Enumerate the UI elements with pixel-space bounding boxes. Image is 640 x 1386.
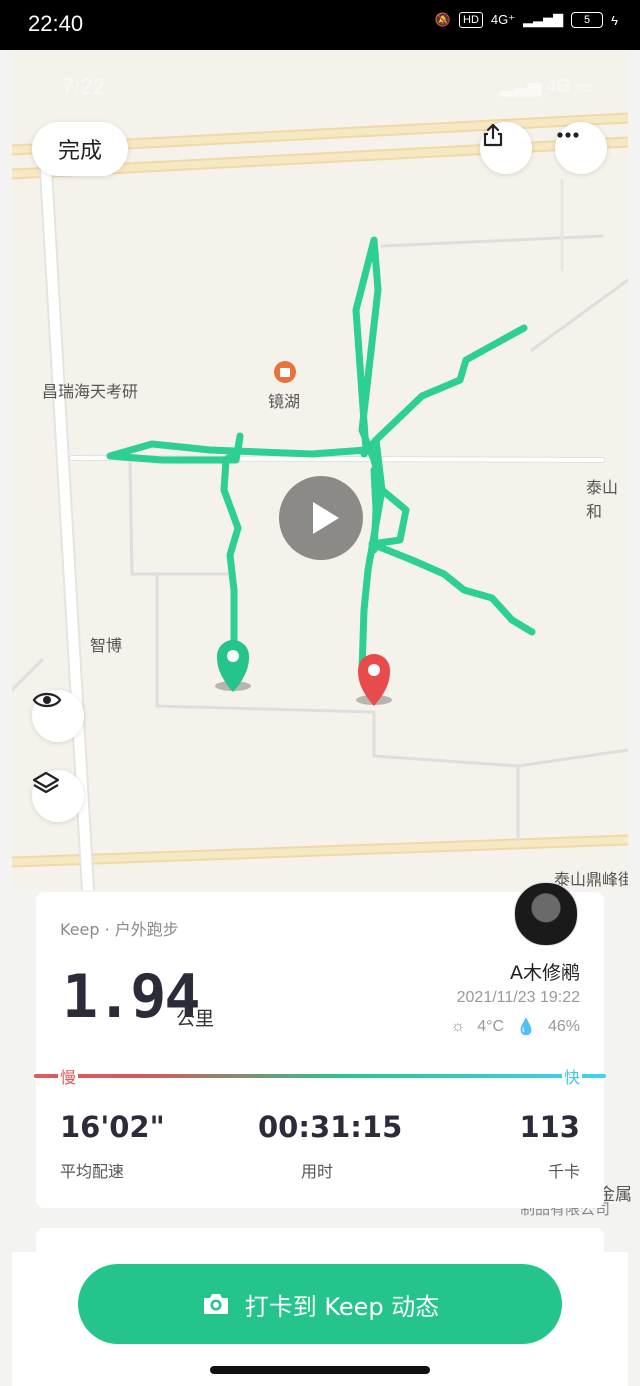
run-datetime: 2021/11/23 19:22 [456, 989, 580, 1006]
avatar[interactable] [514, 882, 578, 946]
ghost-signal: ▂▃▅ 4G ▭ [500, 76, 593, 96]
activity-source: Keep · 户外跑步 [60, 920, 179, 939]
humidity: 46% [547, 1018, 580, 1035]
map-layers-button[interactable] [32, 770, 84, 822]
visibility-toggle-button[interactable] [32, 690, 84, 742]
share-icon [483, 123, 503, 147]
user-name: A木修鹇 [510, 962, 580, 984]
check-in-label: 打卡到 Keep 动态 [244, 1292, 440, 1321]
fast-label: 快 [561, 1064, 582, 1088]
battery-icon: 5 [571, 12, 604, 28]
status-bar: 22:40 🔕 HD 4G⁺ ▂▃▅▇ 5 ϟ [0, 0, 640, 50]
weather-info: ☼ 4°C 💧 46% [451, 1017, 580, 1037]
done-button[interactable]: 完成 [32, 122, 128, 176]
check-in-keep-button[interactable]: 打卡到 Keep 动态 [78, 1264, 562, 1344]
poi-label-changrui: 昌瑞海天考研 [42, 382, 139, 401]
distance-unit: 公里 [176, 1008, 215, 1030]
ghost-time: 7:22 [62, 74, 105, 99]
hd-badge: HD [459, 12, 483, 28]
poi-label-taishan-bottom: 泰山鼎峰街 [554, 870, 628, 889]
network-indicator: 4G⁺ [490, 12, 516, 27]
end-marker-icon [356, 654, 392, 706]
pace-gradient-bar [34, 1074, 606, 1078]
slow-label: 慢 [58, 1064, 79, 1088]
avg-pace-label: 平均配速 [60, 1162, 125, 1181]
status-time: 22:40 [28, 11, 84, 36]
calories-label: 千卡 [547, 1162, 580, 1181]
signal-icon: ▂▃▅▇ [523, 12, 564, 27]
route-map[interactable]: 7:22 ▂▃▅ 4G ▭ 昌瑞海天考研 镜湖 泰山和 智博 泰山鼎峰街 完成 [12, 50, 628, 890]
temperature: 4°C [477, 1018, 505, 1035]
status-icons: 🔕 HD 4G⁺ ▂▃▅▇ 5 ϟ [435, 12, 618, 28]
map-canvas [12, 112, 628, 890]
charging-icon: ϟ [611, 12, 618, 28]
more-button[interactable] [555, 122, 607, 174]
duration-label: 用时 [301, 1162, 334, 1181]
bottom-action-bar: 打卡到 Keep 动态 [12, 1252, 628, 1386]
sun-icon: ☼ [450, 1018, 466, 1035]
poi-label-zhibo: 智博 [90, 636, 123, 655]
poi-label-jinghu: 镜湖 [268, 392, 301, 411]
more-icon [557, 132, 579, 138]
home-indicator[interactable] [210, 1366, 430, 1374]
poi-label-taishan: 泰山和 [586, 478, 619, 521]
calories-value: 113 [519, 1110, 580, 1144]
humidity-icon: 💧 [516, 1019, 536, 1036]
mute-bell-icon: 🔕 [434, 12, 451, 27]
run-summary-card: Keep · 户外跑步 1.94 公里 A木修鹇 2021/11/23 19:2… [34, 882, 606, 1208]
eye-icon [32, 692, 62, 708]
start-marker-icon [215, 640, 251, 692]
duration-value: 00:31:15 [258, 1110, 403, 1144]
layers-icon [32, 771, 60, 794]
share-button[interactable] [480, 122, 532, 174]
play-route-button[interactable] [279, 476, 363, 560]
camera-icon [203, 1294, 228, 1314]
avg-pace-value: 16'02" [60, 1110, 165, 1144]
